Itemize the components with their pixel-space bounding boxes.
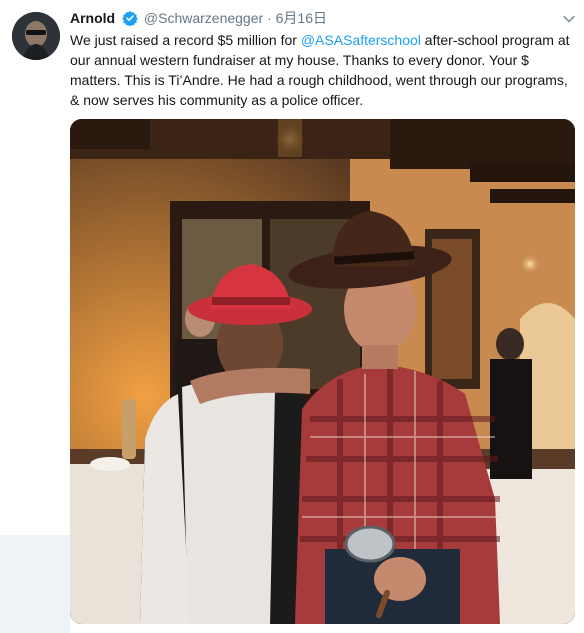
tweet-text: We just raised a record $5 million for @… [70, 30, 570, 110]
tweet-text-part: We just raised a record $5 million for [70, 32, 301, 48]
mention-link[interactable]: @ASASafterschool [301, 32, 421, 48]
tweet-photo[interactable] [70, 119, 575, 624]
chevron-down-icon[interactable] [562, 12, 576, 26]
avatar[interactable] [12, 12, 60, 60]
verified-badge-icon [122, 10, 138, 30]
tweet-date[interactable]: 6月16日 [276, 10, 327, 26]
tweet-card[interactable]: Arnold @Schwarzenegger · 6月16日 We just r… [0, 0, 584, 633]
timeline-background [0, 535, 70, 633]
user-handle[interactable]: @Schwarzenegger [144, 10, 263, 26]
tweet-header: Arnold @Schwarzenegger · 6月16日 [70, 9, 327, 30]
header-separator: · [267, 10, 272, 26]
display-name[interactable]: Arnold [70, 10, 115, 26]
